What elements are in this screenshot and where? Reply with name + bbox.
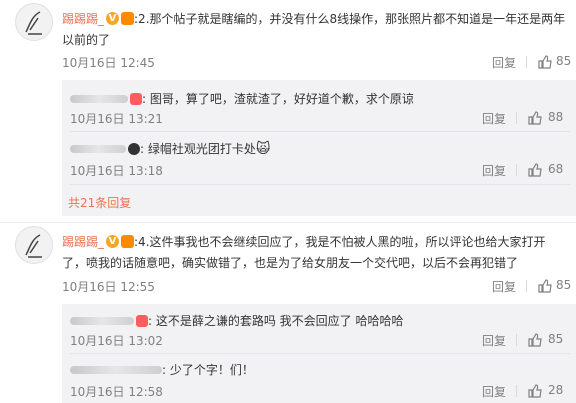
blurred-username[interactable] [70, 144, 126, 153]
like-count: 85 [556, 278, 572, 292]
sub-reply: : 绿帽社观光团打卡处🙀 [70, 138, 570, 159]
divider [516, 112, 517, 124]
comment-header: 踢踢踢_ V :4.这件事我也不会继续回应了，我是不怕被人黑的啦，所以评论也给大家打… [62, 231, 572, 252]
level-badge-icon [130, 92, 142, 105]
sub-reply: : 这不是薛之谦的套路吗 我不会回应了 哈哈哈哈 [70, 310, 570, 331]
timestamp: 10月16日 13:21 [70, 112, 163, 126]
cat-emoji-icon: 🙀 [255, 141, 271, 157]
username-link[interactable]: 踢踢踢_ [62, 235, 104, 249]
timestamp: 10月16日 13:18 [70, 164, 163, 178]
thumb-up-icon[interactable] [528, 383, 542, 402]
blurred-username[interactable] [70, 316, 134, 325]
sub-reply: : 图哥，算了吧，渣就渣了，好好道个歉，求个原谅 [70, 88, 570, 109]
divider [70, 184, 570, 185]
thumb-up-icon[interactable] [528, 332, 542, 351]
blurred-username[interactable] [70, 94, 128, 103]
reply-button[interactable]: 回复 [482, 332, 506, 349]
level-badge-icon [128, 142, 140, 155]
comment-text-line2: 了，喷我的话随意吧，确实做错了，也是为了给女朋友一个交代吧，以后不会再犯错了 [62, 256, 519, 270]
reply-text: : 少了个字！们！ [162, 363, 254, 377]
thumb-up-icon[interactable] [528, 110, 542, 129]
avatar[interactable] [15, 226, 53, 264]
verified-icon: V [106, 12, 120, 25]
timestamp: 10月16日 12:55 [62, 280, 155, 294]
timestamp: 10月16日 12:58 [70, 385, 163, 399]
reply-button[interactable]: 回复 [492, 54, 516, 71]
level-badge-icon [121, 12, 135, 25]
reply-button[interactable]: 回复 [492, 278, 516, 295]
reply-text: : 绿帽社观光团打卡处 [140, 142, 256, 156]
level-badge-icon [121, 235, 135, 248]
level-badge-icon [136, 314, 148, 327]
like-count: 85 [548, 332, 564, 346]
like-count: 68 [548, 162, 564, 176]
reply-button[interactable]: 回复 [482, 110, 506, 127]
blurred-username[interactable] [70, 365, 162, 374]
like-count: 88 [548, 110, 564, 124]
reply-text: : 图哥，算了吧，渣就渣了，好好道个歉，求个原谅 [142, 92, 414, 106]
reply-button[interactable]: 回复 [482, 162, 506, 179]
username-link[interactable]: 踢踢踢_ [62, 12, 104, 26]
sub-reply: : 少了个字！们！ [70, 359, 570, 380]
thumb-up-icon[interactable] [528, 162, 542, 181]
divider [0, 222, 576, 223]
more-replies-link[interactable]: 共21条回复 [68, 194, 131, 211]
like-count: 85 [556, 54, 572, 68]
timestamp: 10月16日 12:45 [62, 56, 155, 70]
thumb-up-icon[interactable] [538, 278, 552, 297]
avatar[interactable] [15, 3, 53, 41]
divider [516, 385, 517, 397]
verified-icon: V [106, 235, 120, 248]
divider [526, 280, 527, 292]
like-count: 28 [548, 383, 564, 397]
divider [70, 131, 570, 132]
divider [70, 353, 570, 354]
reply-text: : 这不是薛之谦的套路吗 我不会回应了 哈哈哈哈 [148, 314, 404, 328]
timestamp: 10月16日 13:02 [70, 334, 163, 348]
divider [516, 164, 517, 176]
divider [516, 334, 517, 346]
thumb-up-icon[interactable] [538, 54, 552, 73]
divider [526, 56, 527, 68]
comment-text: :2.那个帖子就是瞎编的，并没有什么8线操作，那张照片都不知道是一年还是两年 [134, 12, 566, 26]
comment-header: 踢踢踢_ V :2.那个帖子就是瞎编的，并没有什么8线操作，那张照片都不知道是一年还… [62, 8, 572, 29]
reply-button[interactable]: 回复 [482, 383, 506, 400]
comment-text: :4.这件事我也不会继续回应了，我是不怕被人黑的啦，所以评论也给大家打开 [134, 235, 546, 249]
comment-text-line2: 以前的了 [62, 33, 111, 47]
